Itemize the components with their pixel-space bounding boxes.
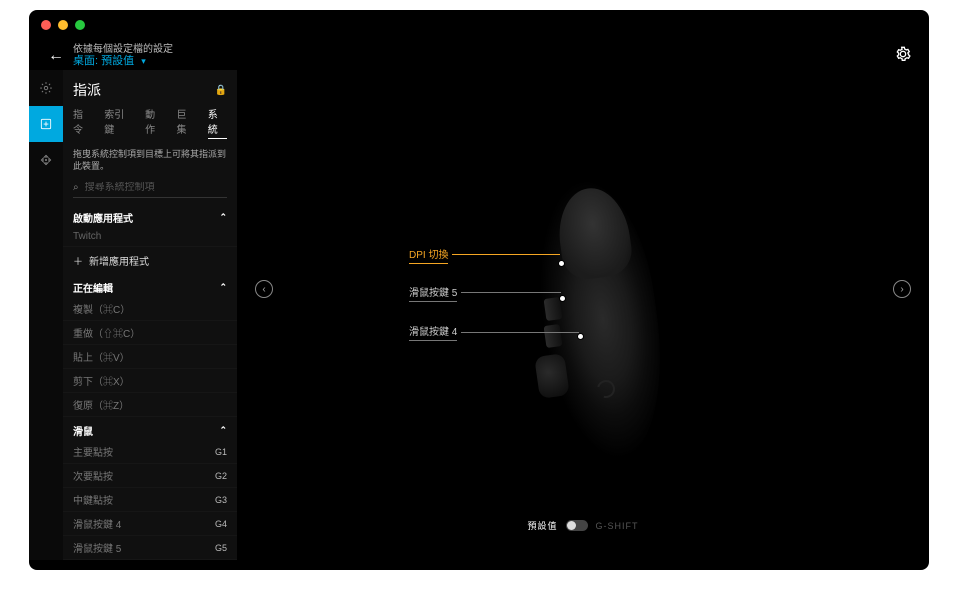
mouse-secondary[interactable]: 次要點按G2 (63, 464, 237, 488)
section-mouse[interactable]: 滑鼠 ⌃ (63, 417, 237, 440)
sun-icon (39, 81, 53, 95)
cmd-undo[interactable]: 復原（⌘Z） (63, 393, 237, 417)
add-app-label: 新增應用程式 (89, 253, 149, 268)
mouse-middle[interactable]: 中鍵點按G3 (63, 488, 237, 512)
section-editing-label: 正在編輯 (73, 280, 113, 295)
drag-hint: 拖曳系統控制項到目標上可將其指派到此裝置。 (63, 145, 237, 176)
app-item-twitch[interactable]: Twitch (63, 227, 237, 247)
callout-mouse-btn5[interactable]: 滑鼠按鍵 5 (409, 283, 566, 302)
section-editing[interactable]: 正在編輯 ⌃ (63, 274, 237, 297)
cmd-redo[interactable]: 重做（⇧⌘C） (63, 321, 237, 345)
gshift-toggle: 預設值 G-SHIFT (237, 519, 929, 532)
settings-button[interactable] (895, 46, 911, 62)
search-input[interactable] (85, 182, 227, 193)
search-box[interactable]: ⌕ (73, 180, 227, 198)
tab-system[interactable]: 系統 (208, 106, 227, 139)
search-icon: ⌕ (73, 183, 79, 193)
cmd-cut[interactable]: 剪下（⌘X） (63, 369, 237, 393)
callout-btn5-label: 滑鼠按鍵 5 (409, 284, 457, 302)
next-view-button[interactable]: › (893, 280, 911, 298)
toggle-default-label: 預設值 (527, 519, 557, 532)
profile-name: 預設值 (101, 55, 134, 67)
tab-keys[interactable]: 索引鍵 (104, 106, 133, 139)
gshift-switch[interactable] (566, 520, 588, 531)
section-launch-app[interactable]: 啟動應用程式 ⌃ (63, 204, 237, 227)
tab-commands[interactable]: 指令 (73, 106, 92, 139)
callout-dpi-shift[interactable]: DPI 切換 (409, 242, 565, 267)
rail-assignments[interactable] (29, 106, 63, 142)
plus-icon: ＋ (73, 253, 83, 268)
section-mouse-label: 滑鼠 (73, 423, 93, 438)
chevron-up-icon: ⌃ (219, 282, 227, 293)
back-button[interactable]: ← (48, 48, 64, 64)
header: ← 依據每個設定檔的設定 桌面: 預設值 ▾ (29, 10, 929, 60)
add-application-button[interactable]: ＋ 新增應用程式 (63, 247, 237, 274)
toggle-gshift-label: G-SHIFT (596, 521, 639, 531)
profile-prefix: 桌面: (73, 55, 98, 67)
callout-mouse-btn4[interactable]: 滑鼠按鍵 4 (409, 323, 584, 341)
mouse-primary[interactable]: 主要點按G1 (63, 440, 237, 464)
chevron-up-icon: ⌃ (219, 425, 227, 436)
assignments-panel: 指派 🔒 指令 索引鍵 動作 巨集 系統 拖曳系統控制項到目標上可將其指派到此裝… (63, 70, 237, 560)
cmd-copy[interactable]: 複製（⌘C） (63, 297, 237, 321)
tab-actions[interactable]: 動作 (145, 106, 164, 139)
app-window: ← 依據每個設定檔的設定 桌面: 預設值 ▾ 指派 🔒 指令 索引鍵 動作 (29, 10, 929, 570)
tab-macros[interactable]: 巨集 (176, 106, 195, 139)
cmd-paste[interactable]: 貼上（⌘V） (63, 345, 237, 369)
callout-dpi-shift-label: DPI 切換 (409, 246, 448, 264)
category-tabs: 指令 索引鍵 動作 巨集 系統 (63, 106, 237, 145)
mouse-btn5[interactable]: 滑鼠按鍵 5G5 (63, 536, 237, 560)
device-image (537, 180, 657, 460)
section-launch-label: 啟動應用程式 (73, 210, 133, 225)
prev-view-button[interactable]: ‹ (255, 280, 273, 298)
rail-sensitivity[interactable] (29, 142, 63, 178)
plus-box-icon (39, 117, 53, 131)
device-canvas: ‹ › DPI 切換 滑鼠按鍵 5 滑鼠按鍵 4 預設值 (237, 70, 929, 570)
mouse-btn4[interactable]: 滑鼠按鍵 4G4 (63, 512, 237, 536)
panel-header: 指派 🔒 (63, 70, 237, 106)
panel-title: 指派 (73, 80, 101, 100)
gear-icon (895, 46, 911, 62)
lock-icon[interactable]: 🔒 (215, 85, 227, 96)
profile-selector[interactable]: 桌面: 預設值 ▾ (73, 52, 146, 68)
chevron-up-icon: ⌃ (219, 212, 227, 223)
rail-lighting[interactable] (29, 70, 63, 106)
chevron-down-icon: ▾ (141, 56, 146, 66)
callout-btn4-label: 滑鼠按鍵 4 (409, 323, 457, 341)
crosshair-icon (39, 153, 53, 167)
left-rail (29, 70, 63, 560)
